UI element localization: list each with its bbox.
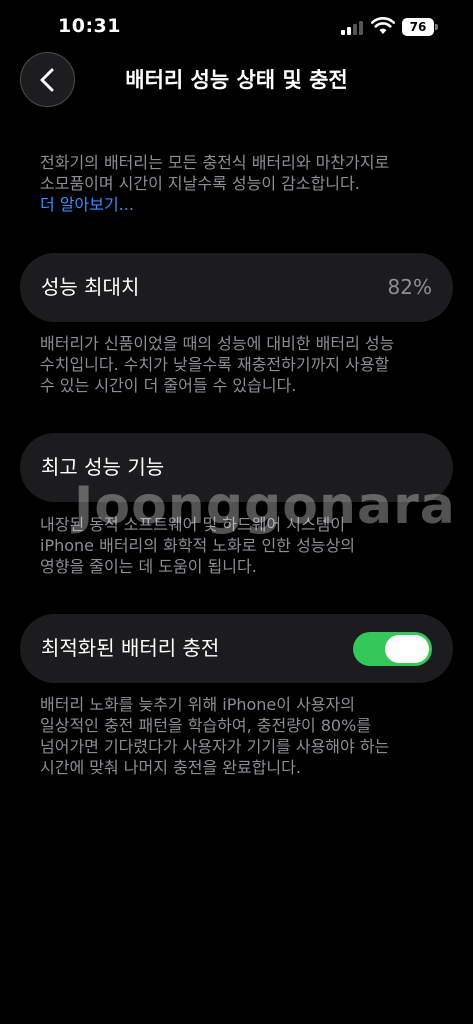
optimized-charging-toggle[interactable]	[353, 632, 432, 666]
intro-line: 소모품이며 시간이 지날수록 성능이 감소합니다.	[40, 174, 360, 193]
description-line: 넘어가면 기다렸다가 사용자가 기기를 사용해야 하는	[40, 737, 390, 756]
max-capacity-label: 성능 최대치	[41, 275, 140, 299]
optimized-charging-label: 최적화된 배터리 충전	[41, 636, 220, 660]
cellular-signal-icon	[341, 20, 363, 35]
learn-more-link[interactable]: 더 알아보기...	[40, 194, 445, 215]
max-capacity-row: 성능 최대치 82%	[20, 253, 453, 322]
wifi-icon	[371, 17, 395, 34]
chevron-left-icon	[40, 68, 54, 92]
status-bar: 10:31 76	[0, 0, 473, 56]
battery-icon: 76	[402, 18, 434, 36]
description-line: 시간에 맞춰 나머지 충전을 완료합니다.	[40, 758, 301, 777]
toggle-knob	[385, 635, 429, 663]
intro-text: 전화기의 배터리는 모든 충전식 배터리와 마찬가지로 소모품이며 시간이 지날…	[40, 152, 445, 215]
status-time: 10:31	[58, 15, 121, 37]
description-line: 배터리가 신품이었을 때의 성능에 대비한 배터리 성능	[40, 334, 395, 353]
description-line: 수치입니다. 수치가 낮을수록 재충전하기까지 사용할	[40, 355, 390, 374]
optimized-charging-row: 최적화된 배터리 충전	[20, 614, 453, 683]
intro-line: 전화기의 배터리는 모든 충전식 배터리와 마찬가지로	[40, 153, 390, 172]
page-title: 배터리 성능 상태 및 충전	[125, 68, 348, 92]
description-line: 수 있는 시간이 더 줄어들 수 있습니다.	[40, 376, 297, 395]
description-line: iPhone 배터리의 화학적 노화로 인한 성능상의	[40, 536, 355, 555]
max-capacity-description: 배터리가 신품이었을 때의 성능에 대비한 배터리 성능 수치입니다. 수치가 …	[40, 333, 445, 396]
max-capacity-value: 82%	[387, 275, 432, 299]
description-line: 일상적인 충전 패턴을 학습하여, 충전량이 80%를	[40, 716, 372, 735]
battery-cap	[435, 24, 438, 30]
description-line: 영향을 줄이는 데 도움이 됩니다.	[40, 557, 257, 576]
optimized-charging-description: 배터리 노화를 늦추기 위해 iPhone이 사용자의 일상적인 충전 패턴을 …	[40, 694, 445, 778]
watermark: Joonggonara	[74, 476, 456, 536]
back-button[interactable]	[20, 52, 75, 107]
description-line: 배터리 노화를 늦추기 위해 iPhone이 사용자의	[40, 695, 355, 714]
